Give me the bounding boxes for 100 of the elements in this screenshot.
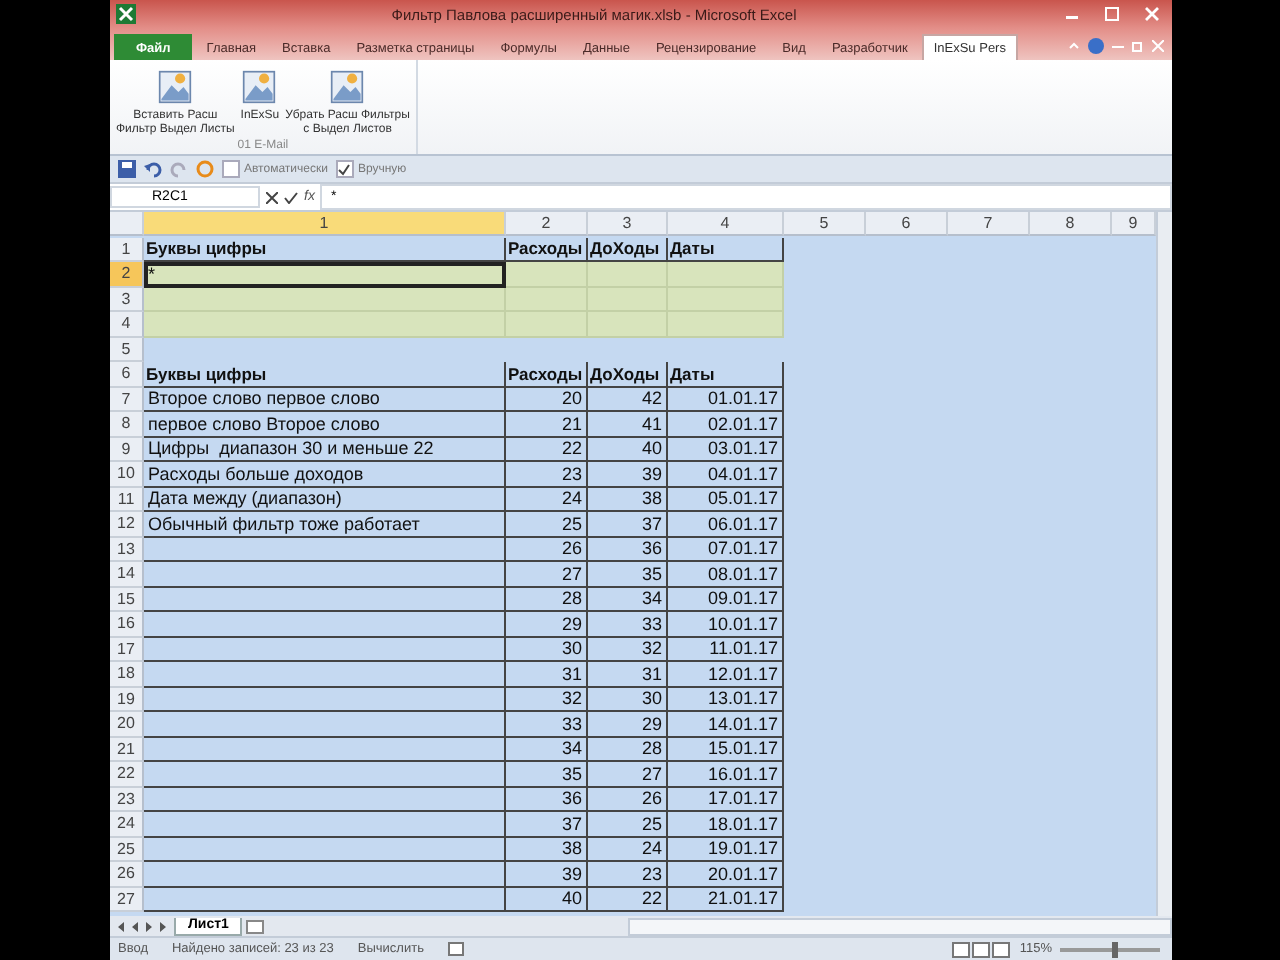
table-cell: 35 — [506, 762, 588, 787]
sheet-navigation-icon[interactable] — [114, 919, 170, 933]
table-cell: ДоХоды — [588, 362, 668, 387]
table-cell: 32 — [506, 687, 588, 712]
table-cell: 27 — [588, 762, 668, 787]
table-cell: 08.01.17 — [668, 562, 784, 587]
row-header[interactable]: 12 — [110, 512, 144, 537]
table-cell: 10.01.17 — [668, 612, 784, 637]
help-icon[interactable] — [1088, 38, 1104, 54]
column-header[interactable]: 4 — [668, 212, 784, 236]
column-header[interactable]: 9 — [1112, 212, 1156, 236]
row-header[interactable]: 17 — [110, 637, 144, 662]
vertical-scrollbar[interactable] — [1156, 212, 1172, 916]
table-cell: 27 — [506, 562, 588, 587]
table-cell: 14.01.17 — [668, 712, 784, 737]
table-cell: 32 — [588, 637, 668, 662]
row-header[interactable]: 23 — [110, 787, 144, 812]
undo-icon[interactable] — [144, 160, 162, 178]
table-cell: первое слово Второе слово — [144, 412, 506, 437]
table-cell: 30 — [588, 687, 668, 712]
table-cell: 39 — [588, 462, 668, 487]
table-cell: 22 — [506, 437, 588, 462]
table-cell: 37 — [506, 812, 588, 837]
row-header[interactable]: 13 — [110, 537, 144, 562]
zoom-thumb[interactable] — [1111, 941, 1118, 957]
check-icon[interactable] — [284, 191, 298, 203]
table-cell: 34 — [506, 737, 588, 762]
table-cell: Даты — [668, 362, 784, 387]
row-header[interactable]: 27 — [110, 887, 144, 912]
column-header[interactable]: 2 — [506, 212, 588, 236]
cancel-icon[interactable] — [266, 191, 278, 203]
table-cell: Второе слово первое слово — [144, 387, 506, 412]
row-header[interactable]: 26 — [110, 862, 144, 887]
row-header[interactable]: 21 — [110, 737, 144, 762]
row-header[interactable]: 18 — [110, 662, 144, 687]
table-cell: 31 — [588, 662, 668, 687]
row-header[interactable]: 4 — [110, 312, 144, 337]
table-cell: 01.01.17 — [668, 387, 784, 412]
minimize-icon[interactable] — [1112, 40, 1124, 52]
restore-icon[interactable] — [1132, 40, 1144, 52]
table-cell: * — [144, 262, 506, 287]
column-header[interactable]: 8 — [1030, 212, 1112, 236]
table-cell: 26 — [588, 787, 668, 812]
row-header[interactable]: 16 — [110, 612, 144, 637]
table-cell: 25 — [588, 812, 668, 837]
table-cell: 06.01.17 — [668, 512, 784, 537]
row-header[interactable]: 11 — [110, 487, 144, 512]
insert-sheet-icon[interactable] — [246, 919, 265, 933]
collapse-ribbon-icon[interactable] — [1068, 40, 1080, 52]
table-cell: 30 — [506, 637, 588, 662]
table-cell: 16.01.17 — [668, 762, 784, 787]
table-cell: 22 — [588, 887, 668, 912]
row-header[interactable]: 14 — [110, 562, 144, 587]
column-header[interactable]: 5 — [784, 212, 866, 236]
row-header[interactable]: 1 — [110, 237, 144, 262]
checkbox[interactable] — [335, 160, 354, 178]
row-header[interactable]: 19 — [110, 687, 144, 712]
table-cell: 25 — [506, 512, 588, 537]
table-cell: 20.01.17 — [668, 862, 784, 887]
table-cell: 38 — [506, 837, 588, 862]
row-header[interactable]: 24 — [110, 812, 144, 837]
column-header[interactable]: 7 — [948, 212, 1030, 236]
horizontal-scrollbar[interactable] — [628, 917, 1172, 935]
row-header[interactable]: 6 — [110, 362, 144, 387]
macro-record-icon[interactable] — [447, 942, 464, 956]
row-header[interactable]: 20 — [110, 712, 144, 737]
table-cell: 21.01.17 — [668, 887, 784, 912]
column-header[interactable]: 3 — [588, 212, 668, 236]
row-header[interactable]: 22 — [110, 762, 144, 787]
checkbox[interactable] — [222, 160, 240, 178]
excel-icon[interactable] — [116, 4, 136, 24]
row-header[interactable]: 2 — [110, 262, 144, 287]
table-cell: 09.01.17 — [668, 587, 784, 612]
table-cell: 36 — [506, 787, 588, 812]
table-cell: 23 — [506, 462, 588, 487]
view-buttons-icon[interactable] — [951, 941, 1012, 957]
table-cell: 15.01.17 — [668, 737, 784, 762]
table-cell: 39 — [506, 862, 588, 887]
table-cell: 38 — [588, 487, 668, 512]
table-cell: 24 — [506, 487, 588, 512]
row-header[interactable]: 15 — [110, 587, 144, 612]
column-header[interactable]: 6 — [866, 212, 948, 236]
table-cell: 17.01.17 — [668, 787, 784, 812]
row-header[interactable]: 5 — [110, 337, 144, 362]
table-cell: Дата между (диапазон) — [144, 487, 506, 512]
table-cell: 20 — [506, 387, 588, 412]
table-cell: 37 — [588, 512, 668, 537]
row-header[interactable]: 3 — [110, 287, 144, 312]
table-cell: 04.01.17 — [668, 462, 784, 487]
column-header[interactable]: 1 — [144, 212, 506, 236]
table-cell: 42 — [588, 387, 668, 412]
row-header[interactable]: 9 — [110, 437, 144, 462]
row-header[interactable]: 10 — [110, 462, 144, 487]
save-icon[interactable] — [118, 160, 136, 178]
row-header[interactable]: 7 — [110, 387, 144, 412]
table-cell: 03.01.17 — [668, 437, 784, 462]
row-header[interactable]: 8 — [110, 412, 144, 437]
table-cell: 40 — [588, 437, 668, 462]
table-cell: 02.01.17 — [668, 412, 784, 437]
row-header[interactable]: 25 — [110, 837, 144, 862]
